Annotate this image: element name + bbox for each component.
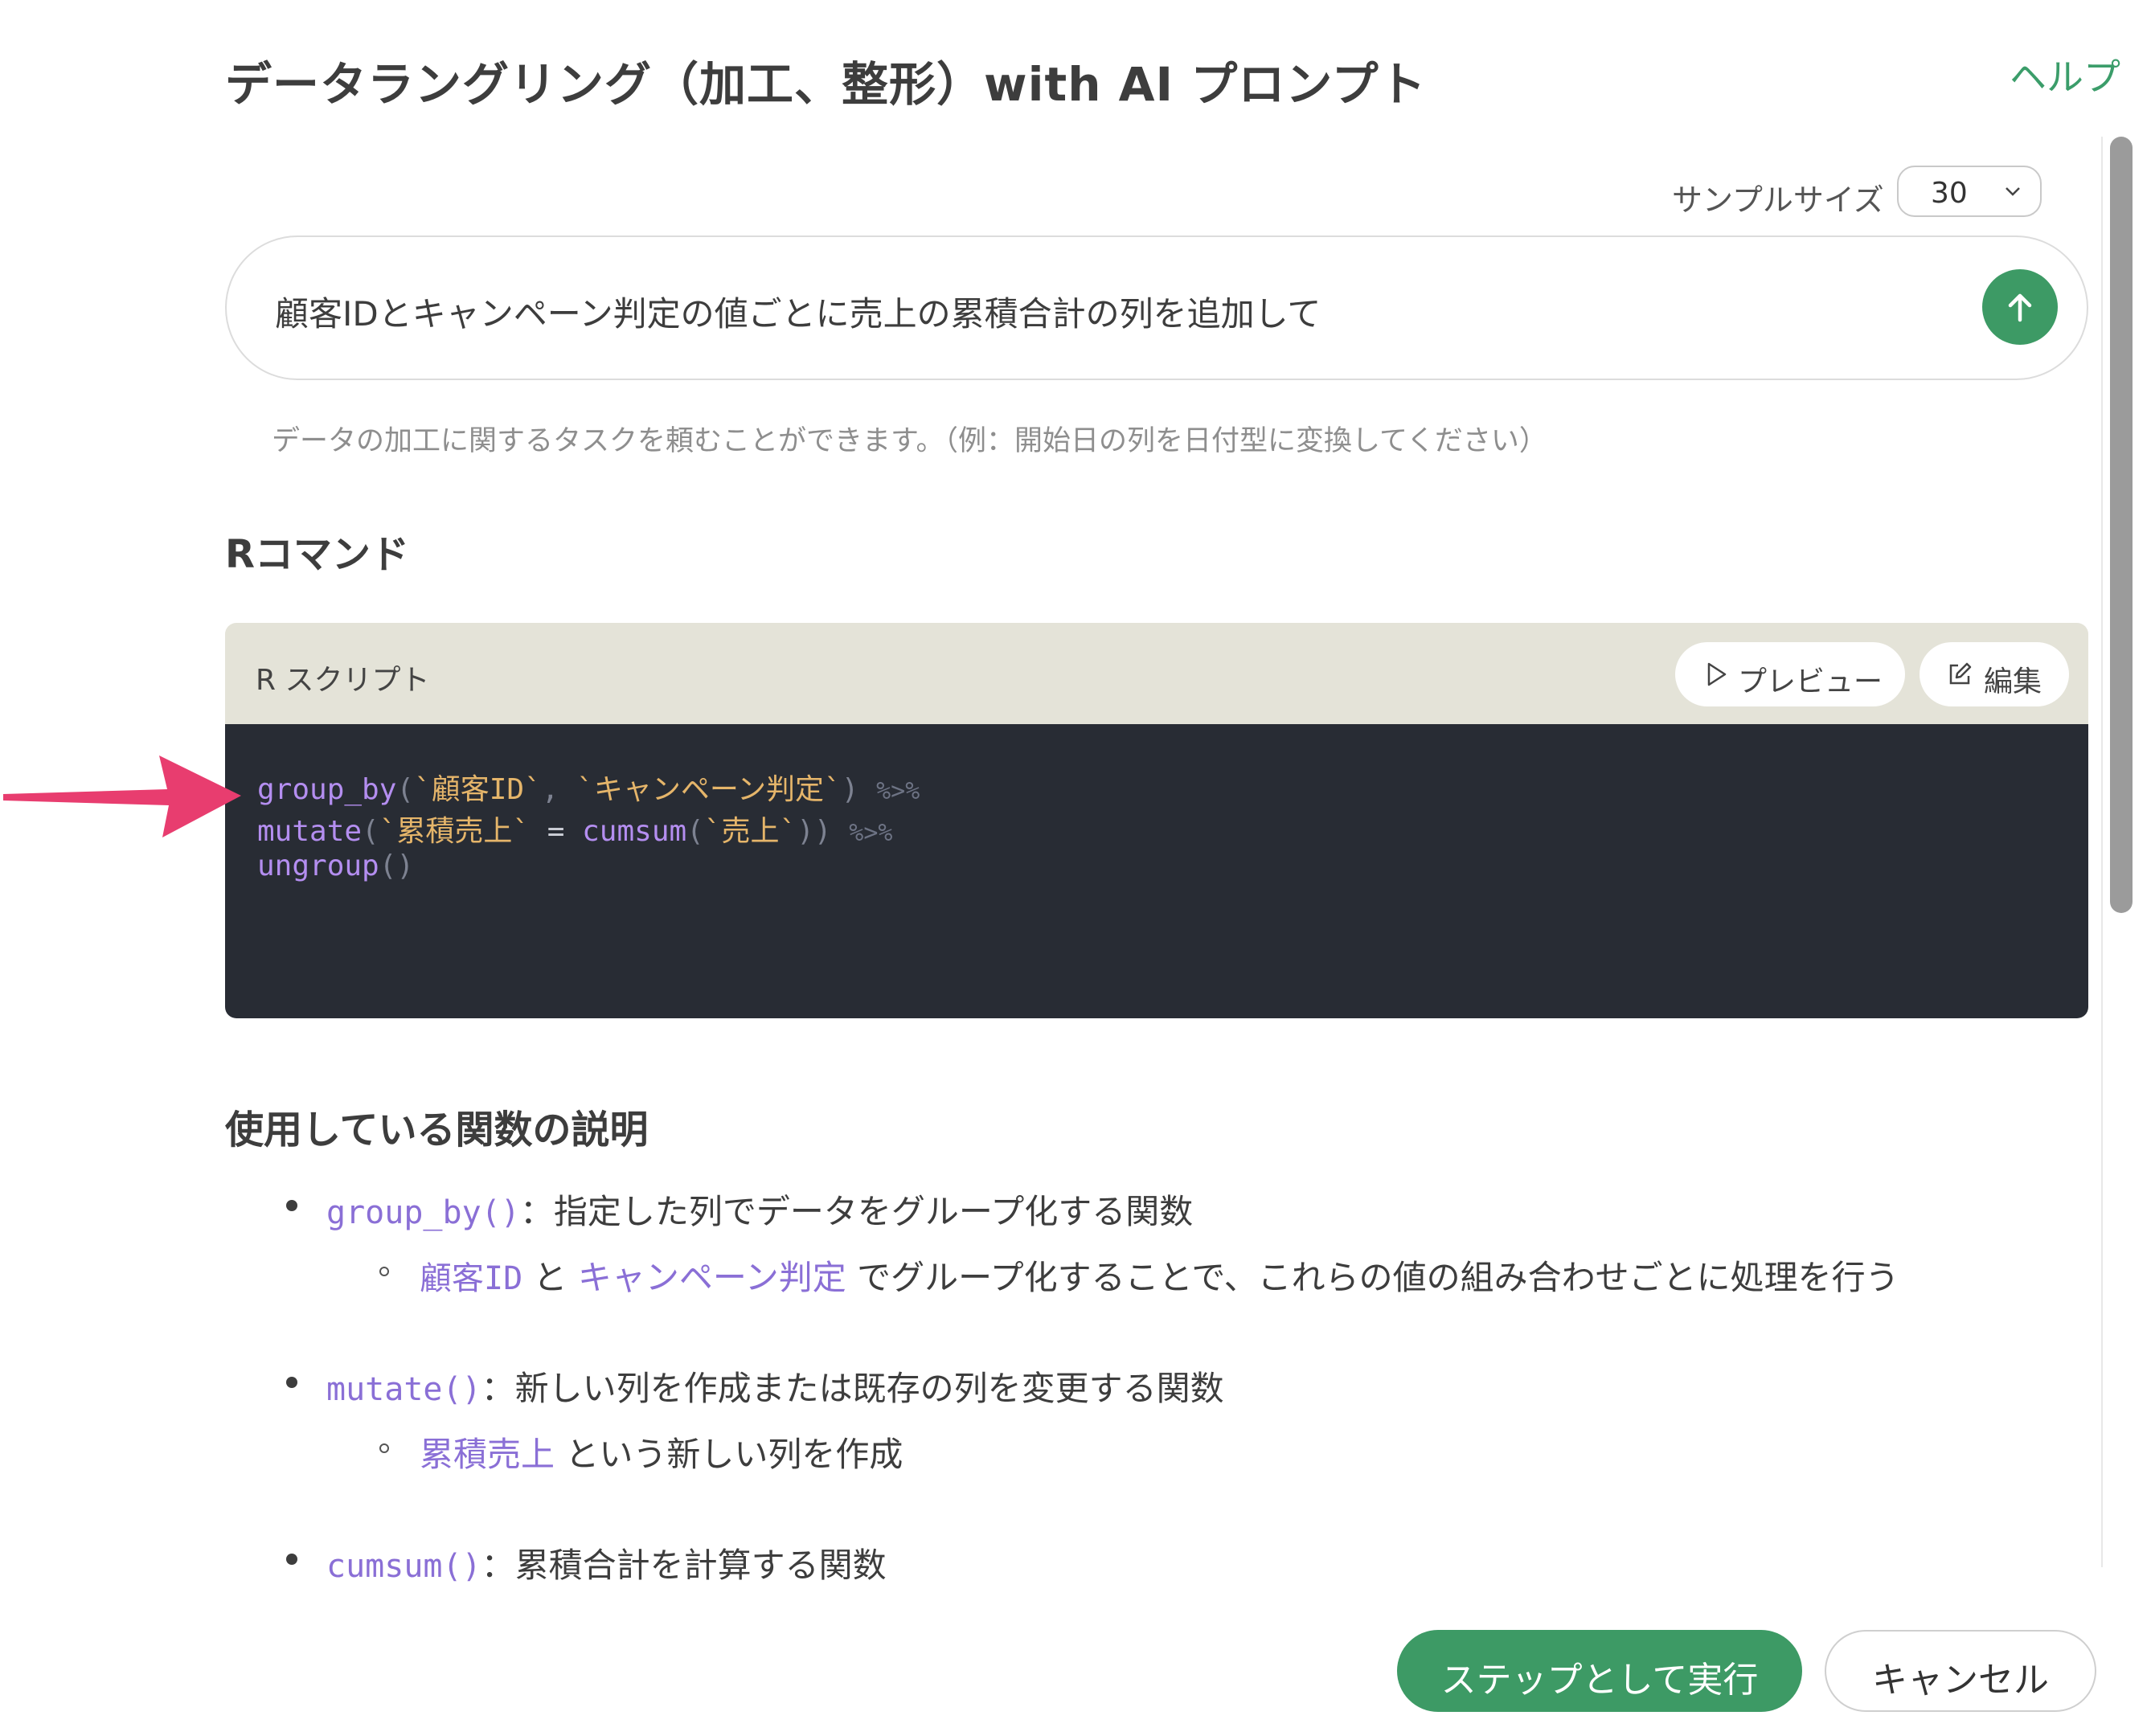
preview-button[interactable]: プレビュー <box>1675 642 1905 706</box>
cancel-button[interactable]: キャンセル <box>1825 1630 2096 1712</box>
scrollbar-thumb[interactable] <box>2110 137 2133 913</box>
edit-icon <box>1949 662 1972 685</box>
code-token: `累積売上` <box>379 815 531 848</box>
code-line-2: mutate(`累積売上` = cumsum(`売上`)) %>% <box>257 808 892 850</box>
script-header: R スクリプト プレビュー 編集 <box>225 623 2088 724</box>
function-name: cumsum() <box>326 1548 481 1585</box>
dialog-title: データラングリング（加工、整形）with AI プロンプト <box>225 57 1427 112</box>
prompt-text[interactable]: 顧客IDとキャンペーン判定の値ごとに売上の累積合計の列を追加して <box>275 287 1321 336</box>
code-line-1: group_by(`顧客ID`, `キャンペーン判定`) %>% <box>257 766 920 808</box>
code-token: ( <box>396 773 415 806</box>
code-token: `顧客ID` <box>414 773 542 806</box>
list-item: mutate()：新しい列を作成または既存の列を変更する関数 <box>326 1361 1224 1410</box>
code-editor[interactable]: group_by(`顧客ID`, `キャンペーン判定`) %>% mutate(… <box>225 724 2088 1018</box>
run-as-step-button[interactable]: ステップとして実行 <box>1397 1630 1802 1712</box>
column-ref: キャンペーン判定 <box>577 1258 846 1297</box>
bullet <box>286 1200 297 1211</box>
code-token: , <box>541 773 577 806</box>
sub-text: でグループ化することで、これらの値の組み合わせごとに処理を行う <box>846 1258 1899 1297</box>
help-link[interactable]: ヘルプ <box>2010 48 2120 101</box>
sample-size-value: 30 <box>1931 177 1968 210</box>
preview-label: プレビュー <box>1738 665 1883 698</box>
sub-list-item: 顧客ID と キャンペーン判定 でグループ化することで、これらの値の組み合わせご… <box>420 1251 1899 1300</box>
annotation-arrow-icon <box>3 755 241 837</box>
code-token: ) <box>841 773 859 806</box>
code-token: ( <box>686 815 704 848</box>
sample-size-select[interactable]: 30 <box>1897 166 2042 217</box>
cancel-label: キャンセル <box>1872 1660 2049 1701</box>
code-token: cumsum <box>582 815 687 848</box>
code-token: = <box>530 815 583 848</box>
description-heading: 使用している関数の説明 <box>225 1108 649 1153</box>
edit-label: 編集 <box>1984 665 2042 698</box>
code-token: () <box>379 850 415 882</box>
sub-bullet <box>379 1443 389 1453</box>
script-label: R スクリプト <box>256 664 430 697</box>
function-name: group_by() <box>326 1194 520 1231</box>
code-token: mutate <box>257 815 363 848</box>
bullet <box>286 1554 297 1565</box>
code-line-3: ungroup() <box>257 850 414 882</box>
code-token: %>% <box>876 777 920 805</box>
list-item: cumsum()：累積合計を計算する関数 <box>326 1538 887 1587</box>
function-description: ：指定した列でデータをグループ化する関数 <box>519 1192 1194 1231</box>
bullet <box>286 1377 297 1388</box>
sub-bullet <box>379 1267 389 1276</box>
chevron-down-icon <box>2006 187 2020 196</box>
arrow-up-icon <box>2008 293 2032 322</box>
prompt-hint: データの加工に関するタスクを頼むことができます。（例：開始日の列を日付型に変換し… <box>272 425 1547 457</box>
code-token: %>% <box>849 819 893 847</box>
send-button[interactable] <box>1982 269 2058 345</box>
sub-text: という新しい列を作成 <box>555 1435 903 1474</box>
sub-text: と <box>522 1258 578 1297</box>
code-token: ( <box>362 815 379 848</box>
code-token: `売上` <box>703 815 797 848</box>
function-description: ：新しい列を作成または既存の列を変更する関数 <box>481 1369 1224 1408</box>
r-command-heading: Rコマンド <box>225 532 409 577</box>
edit-button[interactable]: 編集 <box>1920 642 2069 706</box>
code-token: ungroup <box>257 850 379 882</box>
code-token: group_by <box>257 773 397 806</box>
sample-size-label: サンプルサイズ <box>1672 182 1884 218</box>
play-icon <box>1707 662 1727 686</box>
prompt-input[interactable]: 顧客IDとキャンペーン判定の値ごとに売上の累積合計の列を追加して <box>225 235 2088 380</box>
column-ref: 累積売上 <box>420 1435 555 1474</box>
function-name: mutate() <box>326 1371 481 1408</box>
function-description: ：累積合計を計算する関数 <box>481 1546 887 1585</box>
column-ref: 顧客ID <box>420 1260 523 1297</box>
list-item: group_by()：指定した列でデータをグループ化する関数 <box>326 1185 1193 1234</box>
code-token: )) <box>797 815 832 848</box>
run-as-step-label: ステップとして実行 <box>1440 1660 1759 1701</box>
sub-list-item: 累積売上 という新しい列を作成 <box>420 1427 903 1476</box>
code-token: `キャンペーン判定` <box>576 773 842 806</box>
